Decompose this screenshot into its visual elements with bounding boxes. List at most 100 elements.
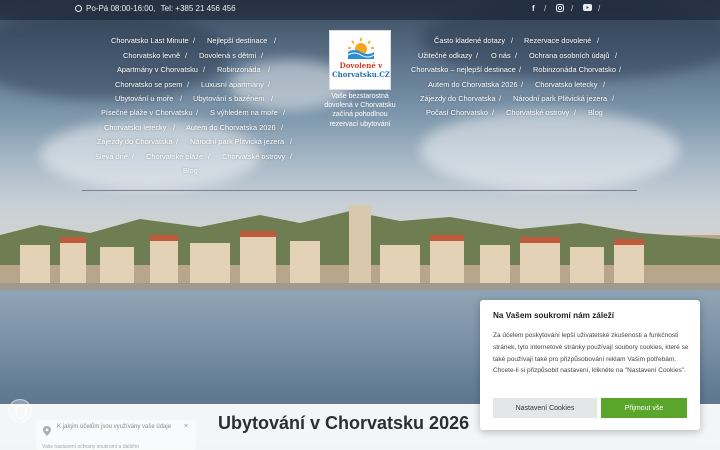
nav-item-by-plane[interactable]: Chorvatsko letecky bbox=[104, 123, 166, 132]
clock-icon bbox=[75, 5, 82, 12]
nav-separator: / bbox=[173, 123, 176, 132]
nav-separator: / bbox=[208, 152, 211, 161]
separator: / bbox=[571, 4, 574, 13]
nav-item-with-pool[interactable]: Ubytování s bazénem bbox=[193, 94, 264, 103]
tagline-line: rezervací ubytování bbox=[329, 120, 391, 128]
cookie-title: Na Vašem soukromí nám záleží bbox=[493, 311, 615, 320]
site-logo[interactable]: Dovolené v Chorvatsku.CZ bbox=[329, 30, 391, 90]
nav-separator: / bbox=[176, 137, 179, 146]
nav-item-weather[interactable]: Počasí Chorvatsko bbox=[426, 108, 488, 117]
nav-item-islands[interactable]: Chorvatské ostrovy bbox=[506, 108, 569, 117]
nav-item-tours[interactable]: Zájezdy do Chorvatska bbox=[97, 137, 173, 146]
cookie-description: Za účelem poskytování lepší uživatelské … bbox=[493, 332, 689, 375]
nav-separator: / bbox=[132, 152, 135, 161]
logo-text-line2: Chorvatsku.CZ bbox=[332, 70, 390, 79]
close-icon[interactable]: × bbox=[184, 423, 188, 430]
header-divider bbox=[82, 190, 637, 191]
nav-separator: / bbox=[476, 51, 479, 60]
nav-item-robinzonada-chorvatsko[interactable]: Robinzonáda Chorvatsko bbox=[533, 65, 616, 74]
nav-separator: / bbox=[521, 80, 524, 89]
nav-separator: / bbox=[519, 65, 522, 74]
nav-separator: / bbox=[612, 94, 615, 103]
nav-separator: / bbox=[597, 36, 600, 45]
nav-item-by-car[interactable]: Autem do Chorvatska 2026 bbox=[186, 123, 276, 132]
privacy-settings-icon[interactable] bbox=[8, 399, 32, 423]
nav-item-apartments[interactable]: Apartmány v Chorvatsku bbox=[117, 65, 198, 74]
page-title: Ubytování v Chorvatsku 2026 bbox=[218, 413, 470, 433]
nav-separator: / bbox=[511, 36, 514, 45]
nav-separator: / bbox=[290, 137, 293, 146]
cookie-settings-button[interactable]: Nastavení Cookies bbox=[493, 398, 597, 418]
nav-item-islands[interactable]: Chorvatské ostrovy bbox=[222, 152, 285, 161]
accept-all-button[interactable]: Přijmout vše bbox=[601, 398, 687, 418]
nav-item-beaches[interactable]: Chorvatské pláže bbox=[146, 152, 203, 161]
nav-item-privacy[interactable]: Ochrana osobních údajů bbox=[529, 51, 610, 60]
nav-separator: / bbox=[180, 94, 183, 103]
nav-item-by-sea[interactable]: Ubytování u moře bbox=[115, 94, 173, 103]
cookie-consent-dialog: Na Vašem soukromí nám záleží Za účelem p… bbox=[480, 300, 700, 430]
tagline-line: dovolená v Chorvatsku bbox=[324, 102, 396, 110]
privacy-info-card[interactable]: K jakým účelům jsou využívány vaše údaje… bbox=[36, 420, 196, 450]
youtube-icon[interactable] bbox=[583, 4, 592, 13]
nav-item-best-destination[interactable]: Chorvatsko – nejlepší destinace bbox=[411, 65, 516, 74]
instagram-icon[interactable] bbox=[556, 4, 564, 14]
nav-item-with-dog[interactable]: Chorvatsko se psem bbox=[115, 80, 182, 89]
nav-item-robinzonada[interactable]: Robinzonáda bbox=[217, 65, 261, 74]
nav-item-about[interactable]: O nás bbox=[491, 51, 511, 60]
separator: / bbox=[598, 4, 601, 13]
privacy-question: K jakým účelům jsou využívány vaše údaje bbox=[57, 424, 172, 430]
nav-item-deal-of-day[interactable]: Sleva dne bbox=[95, 152, 128, 161]
nav-separator: / bbox=[619, 65, 622, 74]
sun-waves-icon bbox=[347, 38, 375, 59]
nav-separator: / bbox=[268, 65, 271, 74]
nav-separator: / bbox=[271, 94, 274, 103]
separator: / bbox=[544, 4, 547, 13]
nav-separator: / bbox=[185, 51, 188, 60]
tagline-line: začíná pohodlnou bbox=[332, 111, 388, 119]
nav-separator: / bbox=[193, 36, 196, 45]
nav-separator: / bbox=[283, 108, 286, 117]
top-bar: Po-Pá 08:00-16:00, Tel: +385 21 456 456 … bbox=[0, 0, 720, 20]
nav-item-sea-view[interactable]: S výhledem na moře bbox=[210, 108, 278, 117]
logo-text-line1: Dovolené v bbox=[339, 61, 383, 70]
nav-item-luxury[interactable]: Luxusní apartmány bbox=[201, 80, 264, 89]
nav-item-with-kids[interactable]: Dovolená s dětmi bbox=[199, 51, 256, 60]
tagline-line: Vaše bezstarostná bbox=[331, 93, 389, 100]
nav-item-plitvice[interactable]: Národní park Plitvická jezera bbox=[513, 94, 607, 103]
opening-hours: Po-Pá 08:00-16:00, bbox=[86, 4, 156, 13]
nav-item-by-car[interactable]: Autem do Chorvatska 2026 bbox=[428, 80, 518, 89]
nav-item-plitvice[interactable]: Národní park Plitvická jezera bbox=[190, 137, 284, 146]
nav-item-reservation[interactable]: Rezervace dovolené bbox=[524, 36, 591, 45]
nav-separator: / bbox=[187, 80, 190, 89]
nav-item-cheap[interactable]: Chorvatsko levně bbox=[123, 51, 180, 60]
facebook-icon[interactable]: f bbox=[532, 4, 535, 13]
pin-icon bbox=[43, 426, 51, 436]
nav-separator: / bbox=[492, 108, 495, 117]
nav-separator: / bbox=[203, 65, 206, 74]
nav-separator: / bbox=[515, 51, 518, 60]
nav-separator: / bbox=[261, 51, 264, 60]
nav-separator: / bbox=[615, 51, 618, 60]
nav-item-tours[interactable]: Zájezdy do Chorvatska bbox=[420, 94, 496, 103]
privacy-footer-text: Vaše nastavení ochrany soukromí a dalšíh… bbox=[42, 444, 139, 450]
nav-item-by-plane[interactable]: Chorvatsko letecky bbox=[535, 80, 597, 89]
nav-item-useful-links[interactable]: Užitečné odkazy bbox=[418, 51, 472, 60]
logo-tagline: Vaše bezstarostná dovolená v Chorvatsku … bbox=[314, 92, 406, 129]
nav-item-last-minute[interactable]: Chorvatsko Last Minute bbox=[111, 36, 189, 45]
cloud bbox=[420, 110, 680, 190]
nav-separator: / bbox=[196, 108, 199, 117]
nav-item-best-destinations[interactable]: Nejlepší destinace bbox=[207, 36, 267, 45]
phone-number[interactable]: Tel: +385 21 456 456 bbox=[161, 4, 236, 13]
nav-separator: / bbox=[290, 152, 293, 161]
nav-separator: / bbox=[574, 108, 577, 117]
old-town-skyline bbox=[0, 205, 720, 295]
nav-separator: / bbox=[268, 80, 271, 89]
nav-separator: / bbox=[603, 80, 606, 89]
nav-separator: / bbox=[281, 123, 284, 132]
nav-item-faq[interactable]: Často kladené dotazy bbox=[434, 36, 505, 45]
nav-item-blog[interactable]: Blog bbox=[183, 166, 198, 175]
nav-item-sandy-beaches[interactable]: Písečné pláže v Chorvatsku bbox=[101, 108, 193, 117]
nav-item-blog[interactable]: Blog bbox=[588, 108, 603, 117]
nav-separator: / bbox=[274, 36, 277, 45]
nav-separator: / bbox=[499, 94, 502, 103]
